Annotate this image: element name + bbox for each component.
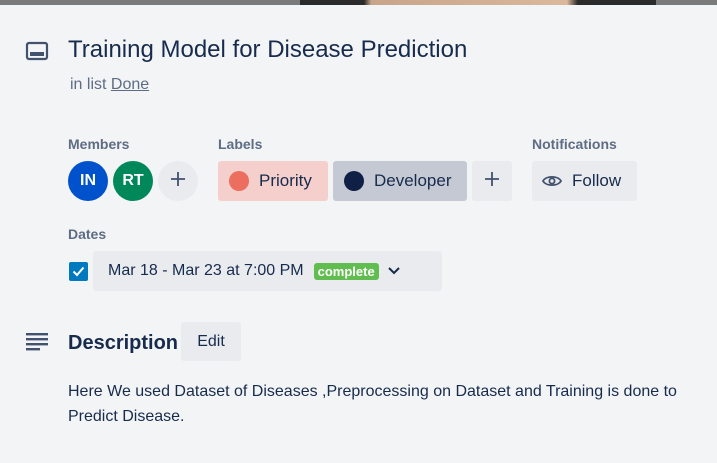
in-list-text: in list Done	[70, 76, 149, 94]
label-priority[interactable]: Priority	[218, 161, 328, 201]
avatar-initials: IN	[80, 172, 96, 189]
label-developer[interactable]: Developer	[333, 161, 467, 201]
label-color-dot	[229, 171, 249, 191]
label-name: Developer	[374, 171, 452, 190]
follow-button[interactable]: Follow	[532, 161, 637, 201]
members-label: Members	[68, 136, 130, 152]
add-label-button[interactable]	[472, 161, 512, 201]
edit-description-button[interactable]: Edit	[181, 322, 241, 361]
dates-label: Dates	[68, 226, 107, 242]
due-complete-checkbox[interactable]	[69, 262, 88, 281]
avatar[interactable]: IN	[68, 161, 108, 201]
labels-label: Labels	[218, 136, 263, 152]
label-name: Priority	[259, 171, 312, 190]
avatar-initials: RT	[122, 172, 144, 189]
avatar[interactable]: RT	[113, 161, 153, 201]
status-badge: complete	[313, 262, 379, 280]
follow-label: Follow	[572, 171, 622, 190]
add-member-button[interactable]	[158, 161, 198, 201]
notifications-label: Notifications	[532, 136, 617, 152]
eye-icon	[542, 175, 562, 187]
due-date-value: Mar 18 - Mar 23 at 7:00 PM	[108, 262, 304, 279]
plus-icon	[483, 167, 501, 195]
card-icon	[25, 41, 49, 61]
cover-image	[300, 0, 656, 5]
list-link[interactable]: Done	[111, 76, 149, 93]
card-title[interactable]: Training Model for Disease Prediction	[68, 36, 467, 64]
check-icon	[72, 266, 85, 277]
due-date-button[interactable]: Mar 18 - Mar 23 at 7:00 PM complete	[93, 251, 442, 291]
description-title: Description	[68, 332, 179, 354]
description-text[interactable]: Here We used Dataset of Diseases ,Prepro…	[68, 379, 708, 429]
description-icon	[26, 331, 48, 351]
label-color-dot	[344, 171, 364, 191]
in-list-prefix: in list	[70, 76, 107, 93]
chevron-down-icon	[387, 266, 401, 276]
plus-icon	[169, 167, 187, 195]
